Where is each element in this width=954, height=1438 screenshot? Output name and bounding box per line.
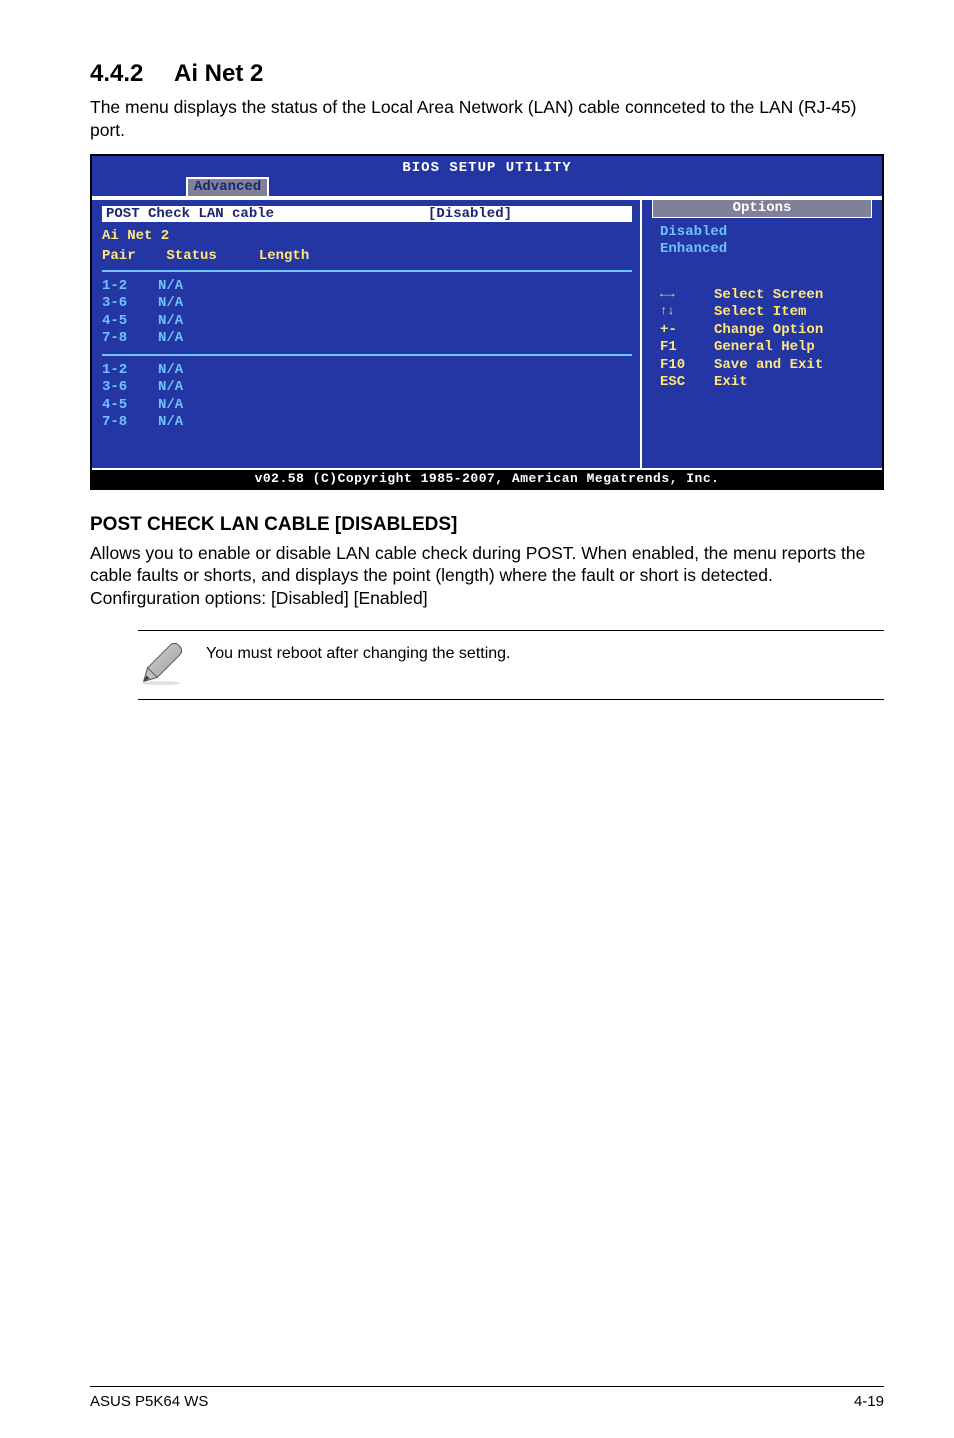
intro-paragraph: The menu displays the status of the Loca… bbox=[90, 96, 884, 142]
bios-footer: v02.58 (C)Copyright 1985-2007, American … bbox=[92, 468, 882, 488]
pencil-icon bbox=[138, 641, 184, 687]
bios-selected-label: POST Check LAN cable bbox=[106, 206, 428, 222]
table-row: 4-5N/A bbox=[102, 397, 632, 415]
bios-tab-row: Advanced bbox=[92, 177, 882, 196]
section-number: 4.4.2 bbox=[90, 60, 174, 88]
col-status: Status bbox=[166, 248, 250, 264]
table-row: 3-6N/A bbox=[102, 379, 632, 397]
bios-right-pane: Options Disabled Enhanced ←→Select Scree… bbox=[642, 200, 882, 468]
section-heading: 4.4.2Ai Net 2 bbox=[90, 60, 884, 88]
bios-selected-value: [Disabled] bbox=[428, 206, 628, 222]
options-list: Disabled Enhanced bbox=[642, 222, 882, 259]
col-pair: Pair bbox=[102, 248, 158, 264]
note-text: You must reboot after changing the setti… bbox=[206, 641, 511, 663]
help-row: F10Save and Exit bbox=[660, 357, 882, 375]
help-row: ←→Select Screen bbox=[660, 287, 882, 305]
bios-section-title: Ai Net 2 bbox=[102, 228, 632, 244]
help-row: +-Change Option bbox=[660, 322, 882, 340]
bios-help-block: ←→Select Screen ↑↓Select Item +-Change O… bbox=[642, 287, 882, 392]
page-footer: ASUS P5K64 WS 4-19 bbox=[90, 1386, 884, 1410]
footer-left: ASUS P5K64 WS bbox=[90, 1393, 208, 1410]
section-title: Ai Net 2 bbox=[174, 60, 263, 87]
col-length: Length bbox=[259, 248, 309, 264]
option-disabled: Disabled bbox=[660, 224, 882, 242]
help-row: F1General Help bbox=[660, 339, 882, 357]
bios-setup-screenshot: BIOS SETUP UTILITY Advanced POST Check L… bbox=[90, 154, 884, 490]
footer-right: 4-19 bbox=[854, 1393, 884, 1410]
options-header: Options bbox=[652, 199, 872, 218]
bios-title: BIOS SETUP UTILITY bbox=[92, 156, 882, 178]
table-row: 1-2N/A bbox=[102, 362, 632, 380]
note-box: You must reboot after changing the setti… bbox=[138, 630, 884, 700]
table-row: 4-5N/A bbox=[102, 313, 632, 331]
bios-column-headers: Pair Status Length bbox=[102, 248, 632, 264]
subsection-body: Allows you to enable or disable LAN cabl… bbox=[90, 542, 884, 610]
bios-content: POST Check LAN cable [Disabled] Ai Net 2… bbox=[92, 198, 882, 468]
bios-tab-advanced: Advanced bbox=[186, 177, 269, 196]
bios-selected-row: POST Check LAN cable [Disabled] bbox=[102, 206, 632, 222]
table-row: 7-8N/A bbox=[102, 414, 632, 432]
table-row: 3-6N/A bbox=[102, 295, 632, 313]
table-row: 7-8N/A bbox=[102, 330, 632, 348]
help-row: ESCExit bbox=[660, 374, 882, 392]
subsection-heading: POST CHECK LAN CABLE [DISABLEDS] bbox=[90, 514, 884, 536]
bios-left-pane: POST Check LAN cable [Disabled] Ai Net 2… bbox=[92, 200, 642, 468]
table-row: 1-2N/A bbox=[102, 278, 632, 296]
help-row: ↑↓Select Item bbox=[660, 304, 882, 322]
option-enhanced: Enhanced bbox=[660, 241, 882, 259]
